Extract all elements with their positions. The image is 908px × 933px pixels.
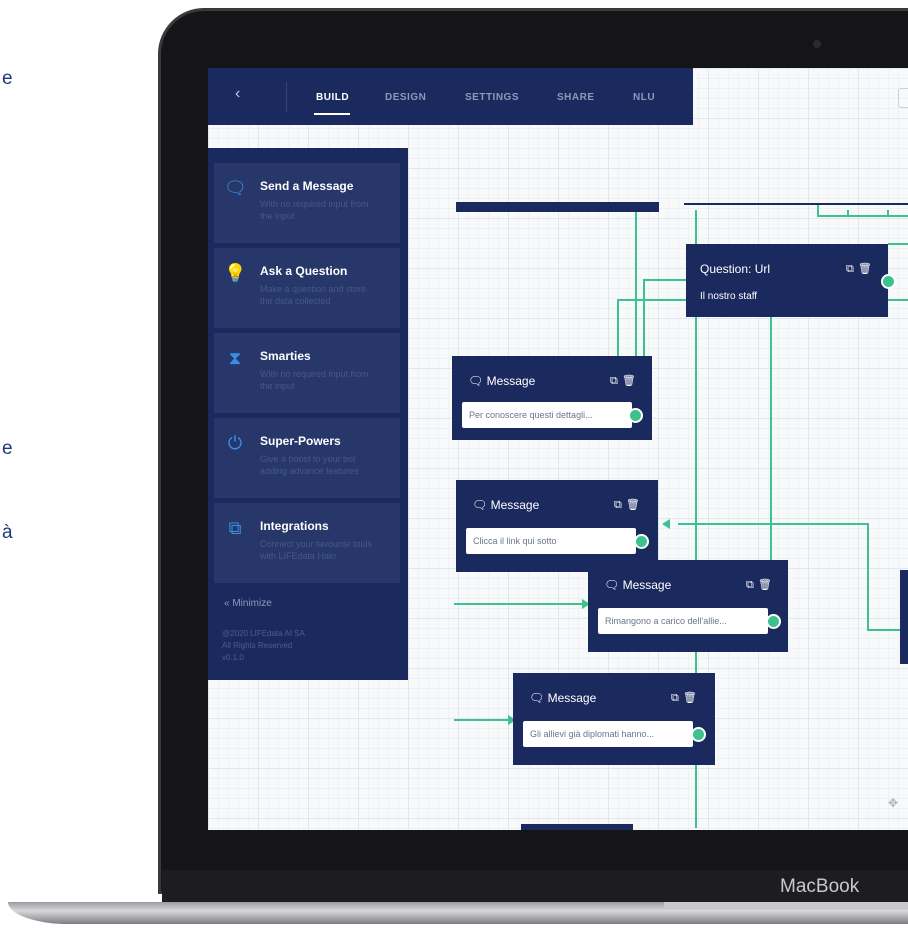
node-actions[interactable]: ⧉🗑 bbox=[610, 374, 640, 388]
output-connector[interactable] bbox=[634, 534, 649, 549]
move-icon[interactable]: ✥ bbox=[888, 796, 898, 810]
tab-build[interactable]: BUILD bbox=[316, 92, 349, 103]
sidebar-item-desc: With no required input from the input bbox=[260, 369, 369, 391]
minimize-button[interactable]: « Minimize bbox=[224, 598, 272, 609]
top-navigation: ‹ BUILD DESIGN SETTINGS SHARE NLU bbox=[208, 68, 693, 125]
hourglass-icon: ⧗ bbox=[228, 348, 242, 368]
sidebar-item-desc: Make a question and store the data colle… bbox=[260, 284, 367, 306]
sidebar-item-desc: Give a boost to your bot adding advance … bbox=[260, 454, 359, 476]
page-text-fragment: e bbox=[2, 68, 13, 89]
lightbulb-icon: 💡 bbox=[224, 263, 247, 283]
node-actions[interactable]: ⧉🗑 bbox=[746, 578, 776, 592]
sidebar-item-integrations[interactable]: ⧉ Integrations Connect your favourite to… bbox=[214, 503, 400, 583]
tab-share[interactable]: SHARE bbox=[557, 92, 595, 103]
active-tab-indicator bbox=[314, 113, 350, 115]
message-node[interactable]: 🗨 Message ⧉🗑 Clicca il link qui sotto bbox=[456, 480, 658, 572]
node-title: Question: Url bbox=[700, 262, 771, 276]
question-node[interactable]: Question: Url ⧉🗑 Il nostro staff bbox=[686, 244, 896, 317]
nav-divider bbox=[286, 82, 287, 112]
node-title: 🗨 Message bbox=[604, 578, 672, 592]
webcam bbox=[813, 40, 821, 48]
sidebar-item-title: Super-Powers bbox=[260, 434, 341, 448]
node-title: 🗨 Message bbox=[529, 691, 597, 705]
node-actions[interactable]: ⧉🗑 bbox=[846, 262, 876, 276]
bottom-panel-handle[interactable] bbox=[521, 824, 633, 830]
node-actions[interactable]: ⧉🗑 bbox=[614, 498, 644, 512]
node-title: 🗨 Message bbox=[468, 374, 536, 388]
puzzle-icon: ⧉ bbox=[228, 518, 242, 538]
page-text-fragment: e bbox=[2, 438, 13, 459]
copyright-text: @2020 LIFEdata AI SA All Rights Reserved… bbox=[222, 629, 305, 662]
message-text-field[interactable]: Rimangono a carico dell'allie... bbox=[598, 608, 768, 634]
message-text-field[interactable]: Gli allievi già diplomati hanno... bbox=[523, 721, 693, 747]
tab-design[interactable]: DESIGN bbox=[385, 92, 426, 103]
sidebar-item-title: Smarties bbox=[260, 349, 311, 363]
output-connector[interactable] bbox=[628, 408, 643, 423]
node-title: 🗨 Message bbox=[472, 498, 540, 512]
toolbar-button[interactable] bbox=[898, 88, 908, 108]
back-button[interactable]: ‹ bbox=[235, 85, 240, 103]
message-node[interactable]: 🗨 Message ⧉🗑 Gli allievi già diplomati h… bbox=[513, 673, 715, 765]
sidebar-item-title: Ask a Question bbox=[260, 264, 348, 278]
sidebar-item-smarties[interactable]: ⧗ Smarties With no required input from t… bbox=[214, 333, 400, 413]
sidebar: 🗨 Send a Message With no required input … bbox=[208, 148, 408, 680]
message-node[interactable]: 🗨 Message ⧉🗑 Per conoscere questi dettag… bbox=[452, 356, 652, 440]
power-icon: ⏻ bbox=[227, 433, 243, 453]
tab-settings[interactable]: SETTINGS bbox=[465, 92, 519, 103]
laptop-screen: ‹ BUILD DESIGN SETTINGS SHARE NLU 🗨 Send… bbox=[208, 68, 908, 830]
sidebar-item-send-message[interactable]: 🗨 Send a Message With no required input … bbox=[214, 163, 400, 243]
node-actions[interactable]: ⧉🗑 bbox=[671, 691, 701, 705]
message-node[interactable]: 🗨 Message ⧉🗑 Rimangono a carico dell'all… bbox=[588, 560, 788, 652]
message-node[interactable] bbox=[900, 570, 908, 664]
sidebar-item-title: Integrations bbox=[260, 519, 329, 533]
sidebar-item-title: Send a Message bbox=[260, 179, 354, 193]
message-text-field[interactable]: Per conoscere questi dettagli... bbox=[462, 402, 632, 428]
sidebar-item-super-powers[interactable]: ⏻ Super-Powers Give a boost to your bot … bbox=[214, 418, 400, 498]
laptop-base-highlight bbox=[664, 902, 908, 908]
sidebar-item-desc: With no required input from the input bbox=[260, 199, 369, 221]
page-text-fragment: à bbox=[2, 522, 13, 543]
output-connector[interactable] bbox=[881, 274, 896, 289]
output-connector[interactable] bbox=[766, 614, 781, 629]
chat-bubbles-icon: 🗨 bbox=[224, 178, 247, 198]
sidebar-item-ask-question[interactable]: 💡 Ask a Question Make a question and sto… bbox=[214, 248, 400, 328]
laptop-brand: MacBook bbox=[780, 876, 860, 897]
message-text-field[interactable]: Clicca il link qui sotto bbox=[466, 528, 636, 554]
tab-nlu[interactable]: NLU bbox=[633, 92, 655, 103]
sidebar-item-desc: Connect your favourite tools with LIFEda… bbox=[260, 539, 373, 561]
node-subtitle: Il nostro staff bbox=[700, 291, 758, 302]
output-connector[interactable] bbox=[691, 727, 706, 742]
